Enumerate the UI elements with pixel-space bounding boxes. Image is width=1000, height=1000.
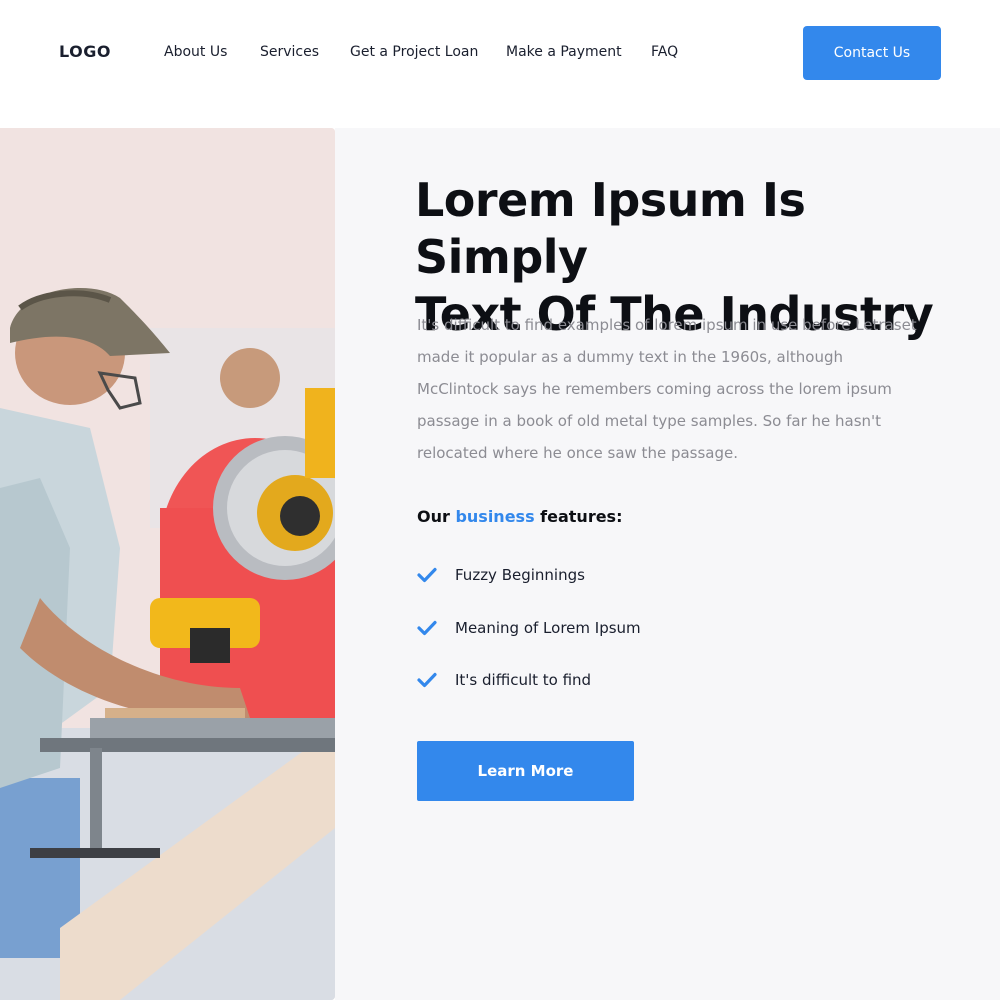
learn-more-button[interactable]: Learn More	[417, 741, 634, 801]
contact-us-button[interactable]: Contact Us	[803, 26, 941, 80]
check-icon	[417, 672, 437, 688]
nav-services[interactable]: Services	[260, 44, 319, 60]
feature-label: Meaning of Lorem Ipsum	[455, 619, 641, 637]
features-heading-prefix: Our	[417, 507, 456, 526]
nav-project-loan[interactable]: Get a Project Loan	[350, 44, 478, 60]
nav-about-us[interactable]: About Us	[164, 44, 227, 60]
features-heading-accent: business	[455, 507, 535, 526]
hero-photo	[0, 128, 335, 1000]
features-heading: Our business features:	[417, 507, 622, 526]
feature-label: It's difficult to find	[455, 671, 592, 689]
features-heading-suffix: features:	[534, 507, 623, 526]
feature-label: Fuzzy Beginnings	[455, 566, 585, 584]
logo[interactable]: LOGO	[59, 42, 111, 61]
nav-faq[interactable]: FAQ	[651, 44, 678, 60]
check-icon	[417, 620, 437, 636]
check-icon	[417, 567, 437, 583]
hero-headline-line1: Lorem Ipsum Is Simply	[415, 173, 806, 284]
feature-item: Fuzzy Beginnings	[417, 563, 585, 587]
site-header: LOGO About Us Services Get a Project Loa…	[0, 0, 1000, 128]
feature-item: It's difficult to find	[417, 668, 591, 692]
feature-item: Meaning of Lorem Ipsum	[417, 616, 641, 640]
hero-description: It's difficult to find examples of lorem…	[417, 316, 917, 462]
nav-make-payment[interactable]: Make a Payment	[506, 44, 622, 60]
workers-photo-illustration	[0, 128, 335, 1000]
